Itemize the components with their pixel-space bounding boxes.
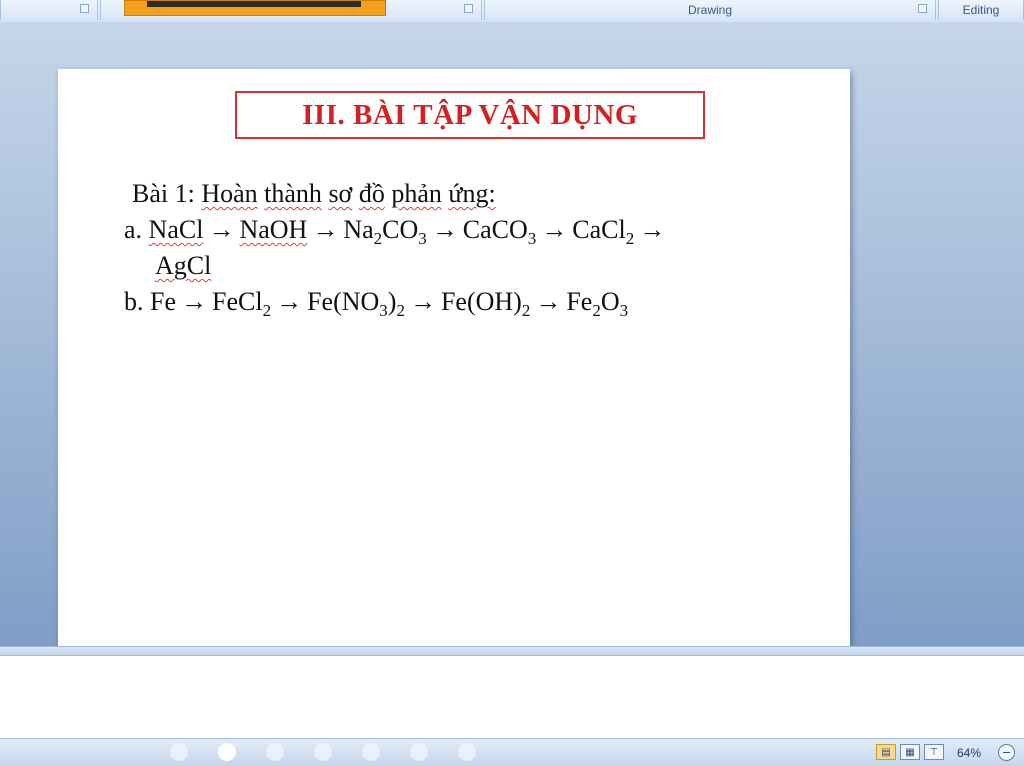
heading-word: sơ [328,179,353,208]
highlighted-thumbnail[interactable] [124,0,386,16]
species-fe2o3: Fe2O3 [566,287,628,319]
species-fecl2: FeCl2 [212,287,271,319]
symbol: Fe(OH) [440,287,522,316]
slide-workspace: III. BÀI TẬP VẬN DỤNG Bài 1: Hoàn thành … [0,22,1024,649]
reaction-line-a-continued: AgCl [155,251,211,281]
symbol: CaCl [572,215,626,244]
ribbon-group-editing: Editing [938,0,1024,20]
progress-dot [218,743,236,761]
slide-title-box[interactable]: III. BÀI TẬP VẬN DỤNG [235,91,705,139]
heading-word: thành [264,179,322,208]
zoom-level[interactable]: 64% [957,746,981,760]
reaction-line-b: b. Fe → FeCl2 → Fe(NO3)2 → Fe(OH)2 → Fe2O3 [124,287,628,319]
symbol: O [600,287,620,316]
symbol: CO [382,215,419,244]
species-feoh2: Fe(OH)2 [440,287,530,319]
slide-canvas[interactable]: III. BÀI TẬP VẬN DỤNG Bài 1: Hoàn thành … [58,69,850,649]
line-b-prefix: b. [124,287,144,316]
slideshow-icon: ⊤ [929,746,939,758]
subscript: 3 [418,229,427,248]
ribbon-group-1 [0,0,98,20]
species-cacl2: CaCl2 [572,215,634,247]
subscript: 2 [373,229,383,248]
arrow-icon: → [276,287,303,316]
species-feno32: Fe(NO3)2 [307,287,405,319]
symbol: Fe [566,287,593,316]
dialog-launcher-icon[interactable] [918,4,927,13]
reaction-line-a: a. NaCl → NaOH → Na2CO3 → CaCO3 → CaCl2 → [124,215,670,247]
progress-dot [266,743,284,761]
symbol: CaCO [462,215,528,244]
symbol: Fe(NO [307,287,380,316]
arrow-icon: → [541,215,568,244]
subscript: 2 [625,229,635,248]
arrow-icon: → [409,287,436,316]
dialog-launcher-icon[interactable] [464,4,473,13]
subscript: 2 [592,301,601,320]
subscript: 3 [619,301,629,320]
subscript: 2 [262,301,272,320]
subscript: 3 [527,229,537,248]
heading-word: phản [391,179,442,208]
ribbon-group-drawing-label: Drawing [687,3,732,17]
species-caco3: CaCO3 [462,215,537,247]
line-a-prefix: a. [124,215,143,244]
ribbon-group-drawing: Drawing [484,0,936,20]
normal-view-button[interactable]: ▤ [876,744,896,760]
progress-dot [458,743,476,761]
heading-word: ứng: [448,179,496,208]
exercise-heading-text: Bài 1: Hoàn thành sơ đồ phản ứng: [132,179,496,208]
ribbon-group-editing-label: Editing [962,3,1000,17]
symbol: Na [343,215,374,244]
thumbnail-preview [147,1,361,7]
progress-dot [314,743,332,761]
arrow-icon: → [312,215,339,244]
notes-pane[interactable] [0,656,1024,738]
species-agcl: AgCl [155,251,212,280]
progress-dot [410,743,428,761]
species-naoh: NaOH [239,215,308,244]
species-na2co3: Na2CO3 [343,215,426,247]
heading-word: 1: [174,179,195,208]
ribbon-group-labels: Drawing Editing [0,0,1024,23]
slideshow-view-button[interactable]: ⊤ [924,744,944,760]
arrow-icon: → [535,287,562,316]
arrow-icon: → [208,215,235,244]
minus-icon: − [1002,744,1011,760]
arrow-icon: → [431,215,458,244]
heading-word: Hoàn [201,179,258,208]
symbol: FeCl [212,287,263,316]
arrow-icon: → [639,215,666,244]
subscript: 2 [396,301,405,320]
slide-sorter-view-button[interactable]: ▦ [900,744,920,760]
species-fe: Fe [150,287,176,316]
slide-title: III. BÀI TẬP VẬN DỤNG [302,98,638,131]
zoom-out-button[interactable]: − [998,744,1015,761]
progress-dot [362,743,380,761]
heading-word: đồ [358,179,385,208]
slide-sorter-icon: ▦ [905,746,915,758]
heading-word: Bài [132,179,169,208]
dialog-launcher-icon[interactable] [80,4,89,13]
status-bar: ▤ ▦ ⊤ 64% − [0,738,1024,766]
arrow-icon: → [181,287,207,316]
subscript: 3 [379,301,388,320]
notes-splitter[interactable] [0,646,1024,656]
progress-dot [170,743,188,761]
species-nacl: NaCl [148,215,204,244]
normal-view-icon: ▤ [881,746,891,758]
exercise-heading: Bài 1: Hoàn thành sơ đồ phản ứng: [132,179,496,209]
